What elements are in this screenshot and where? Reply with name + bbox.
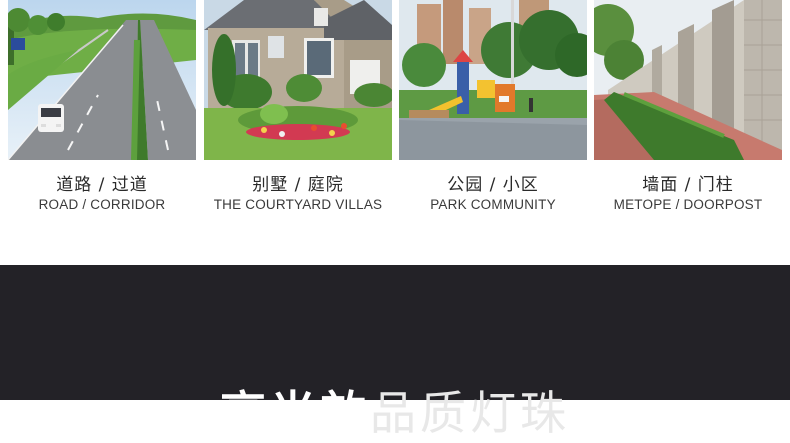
scene-title-cn: 墙面 / 门柱 [642, 175, 734, 195]
road-photo [8, 0, 196, 160]
scene-title-en: ROAD / CORRIDOR [38, 197, 166, 212]
headline-light: 品质灯珠 [370, 386, 570, 440]
scene-title-en: THE COURTYARD VILLAS [213, 197, 383, 212]
scene-title-en: METOPE / DOORPOST [613, 197, 763, 212]
wall-photo [594, 0, 782, 160]
park-photo [399, 0, 587, 160]
scene-title-cn: 道路 / 过道 [56, 175, 148, 195]
feature-banner: 高光效品质灯珠 [0, 265, 790, 440]
headline-bold: 高光效 [220, 386, 370, 440]
scene-title-en: PARK COMMUNITY [430, 197, 556, 212]
villa-photo [204, 0, 392, 160]
banner-headline: 高光效品质灯珠 [0, 377, 790, 443]
application-scenes-section: 道路 / 过道 ROAD / CORRIDOR 别墅 / 庭院 THE COUR… [0, 0, 790, 265]
scene-title-cn: 别墅 / 庭院 [252, 175, 344, 195]
scene-title-cn: 公园 / 小区 [447, 175, 539, 195]
